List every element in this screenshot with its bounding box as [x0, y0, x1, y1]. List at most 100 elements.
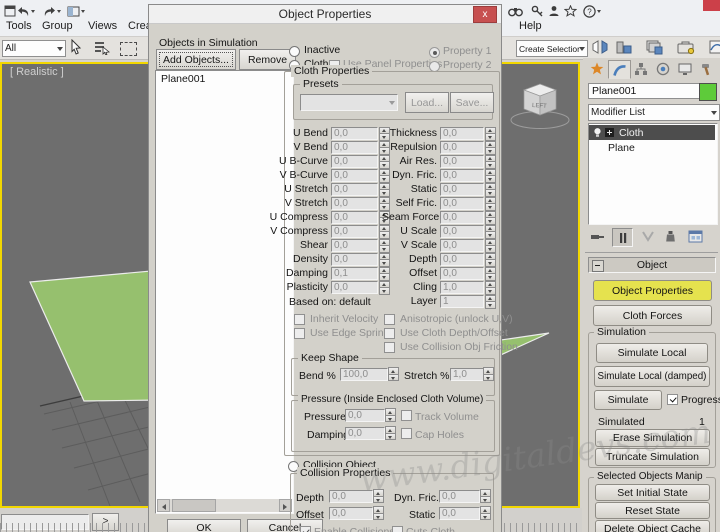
remove-modifier-icon[interactable] [661, 228, 680, 245]
scroll-thumb[interactable] [172, 499, 216, 512]
stretch-value-field[interactable]: 1,0 [450, 368, 486, 381]
spinner[interactable] [485, 155, 496, 168]
object-color-swatch[interactable] [699, 83, 717, 101]
layer-manager-icon[interactable] [644, 38, 664, 56]
add-objects-button[interactable]: Add Objects... [156, 49, 236, 70]
expand-plus-icon[interactable] [605, 128, 614, 137]
show-end-result-icon[interactable] [612, 228, 633, 247]
menu-views[interactable]: Views [88, 20, 117, 32]
named-selection-combo[interactable]: Create Selection Se [516, 40, 588, 57]
checkbox[interactable] [384, 314, 395, 325]
cuts-cloth-checkbox[interactable] [392, 526, 403, 532]
enable-collisions-checkbox[interactable] [300, 526, 311, 532]
spinner[interactable] [485, 267, 496, 280]
load-button[interactable]: Load... [405, 92, 449, 113]
param-value-field[interactable]: 0,0 [331, 239, 378, 252]
menu-help[interactable]: Help [519, 20, 542, 32]
spinner[interactable] [373, 489, 384, 502]
simulate-local-button[interactable]: Simulate Local [596, 343, 708, 363]
viewport-shading-label[interactable]: [ Realistic ] [10, 66, 64, 78]
param-value-field[interactable]: 0,0 [440, 211, 484, 224]
erase-simulation-button[interactable]: Erase Simulation [595, 429, 710, 447]
param-value-field[interactable]: 0,0 [440, 169, 484, 182]
spinner[interactable] [480, 506, 491, 519]
param-value-field[interactable]: 0,0 [331, 169, 378, 182]
param-value-field[interactable]: 0,0 [331, 155, 378, 168]
progress-checkbox[interactable] [667, 394, 678, 405]
scroll-left-icon[interactable] [157, 499, 170, 512]
spinner[interactable] [388, 367, 399, 380]
spinner[interactable] [373, 506, 384, 519]
stack-item-plane[interactable]: Plane [589, 141, 715, 155]
param-value-field[interactable]: 0,0 [331, 253, 378, 266]
param-value-field[interactable]: 1 [440, 295, 484, 308]
collapse-icon[interactable] [592, 260, 604, 272]
param-value-field[interactable]: 0,0 [331, 281, 378, 294]
pressure-value-field[interactable]: 0,0 [345, 409, 385, 422]
spinner[interactable] [485, 127, 496, 140]
spinner[interactable] [385, 426, 396, 439]
checkbox[interactable] [384, 328, 395, 339]
spinner[interactable] [485, 211, 496, 224]
track-volume-checkbox[interactable] [401, 410, 412, 421]
object-name-field[interactable]: Plane001 [588, 83, 703, 99]
spinner[interactable] [485, 197, 496, 210]
tab-hierarchy[interactable] [630, 60, 651, 77]
checkbox[interactable] [294, 328, 305, 339]
simulate-button[interactable]: Simulate [594, 390, 662, 410]
configure-modifier-sets-icon[interactable] [686, 228, 705, 245]
tab-create[interactable] [586, 60, 607, 77]
toolbox-icon[interactable] [676, 38, 696, 56]
remove-button[interactable]: Remove [239, 49, 296, 70]
close-icon[interactable]: x [473, 6, 497, 23]
app-close-fragment[interactable] [703, 0, 720, 11]
bend-value-field[interactable]: 100,0 [340, 368, 388, 381]
modifier-list-dropdown[interactable]: Modifier List [588, 104, 720, 121]
delete-object-cache-button[interactable]: Delete Object Cache [595, 520, 710, 532]
align-icon[interactable] [614, 38, 634, 56]
ok-button[interactable]: OK [167, 519, 241, 532]
object-properties-button[interactable]: Object Properties [593, 280, 712, 301]
param-value-field[interactable]: 0,0 [440, 239, 484, 252]
region-select-icon[interactable] [118, 40, 138, 58]
cloth-forces-button[interactable]: Cloth Forces [593, 305, 712, 326]
param-value-field[interactable]: 0,0 [331, 183, 378, 196]
pin-stack-icon[interactable] [588, 228, 607, 245]
spinner[interactable] [485, 141, 496, 154]
param-value-field[interactable]: 0,0 [440, 155, 484, 168]
param-value-field[interactable]: 0,0 [440, 267, 484, 280]
param-value-field[interactable]: 0,0 [440, 253, 484, 266]
mirror-icon[interactable] [590, 38, 610, 56]
simulate-local-damped-button[interactable]: Simulate Local (damped) [594, 366, 710, 387]
param-value-field[interactable]: 0,0 [440, 225, 484, 238]
stack-item-cloth[interactable]: Cloth [589, 125, 715, 140]
object-rollout-header[interactable]: Object [588, 257, 716, 273]
param-value-field[interactable]: 0,0 [331, 127, 378, 140]
spinner[interactable] [385, 408, 396, 421]
param-value-field[interactable]: 0,1 [331, 267, 378, 280]
param-value-field[interactable]: 0,0 [331, 197, 378, 210]
spinner[interactable] [485, 281, 496, 294]
spinner[interactable] [485, 225, 496, 238]
dialog-title[interactable]: Object Properties [149, 5, 501, 24]
curve-editor-icon[interactable] [706, 38, 720, 56]
param-value-field[interactable]: 0,0 [331, 141, 378, 154]
param-value-field[interactable]: 0,0 [331, 211, 378, 224]
tab-display[interactable] [674, 60, 695, 77]
static-value-field[interactable]: 0,0 [439, 507, 480, 520]
param-value-field[interactable]: 0,0 [440, 197, 484, 210]
list-hscrollbar[interactable] [157, 499, 292, 512]
select-by-name-icon[interactable] [92, 39, 112, 57]
cap-holes-checkbox[interactable] [401, 428, 412, 439]
checkbox[interactable] [294, 314, 305, 325]
spinner[interactable] [485, 253, 496, 266]
truncate-simulation-button[interactable]: Truncate Simulation [595, 448, 710, 466]
spinner[interactable] [480, 489, 491, 502]
param-value-field[interactable]: 0,0 [440, 127, 484, 140]
damping-value-field[interactable]: 0,0 [345, 427, 385, 440]
reset-state-button[interactable]: Reset State [595, 502, 710, 519]
tab-utilities[interactable] [696, 60, 717, 77]
list-item[interactable]: Plane001 [156, 71, 293, 87]
param-value-field[interactable]: 0,0 [440, 183, 484, 196]
menu-tools[interactable]: Tools [6, 20, 32, 32]
